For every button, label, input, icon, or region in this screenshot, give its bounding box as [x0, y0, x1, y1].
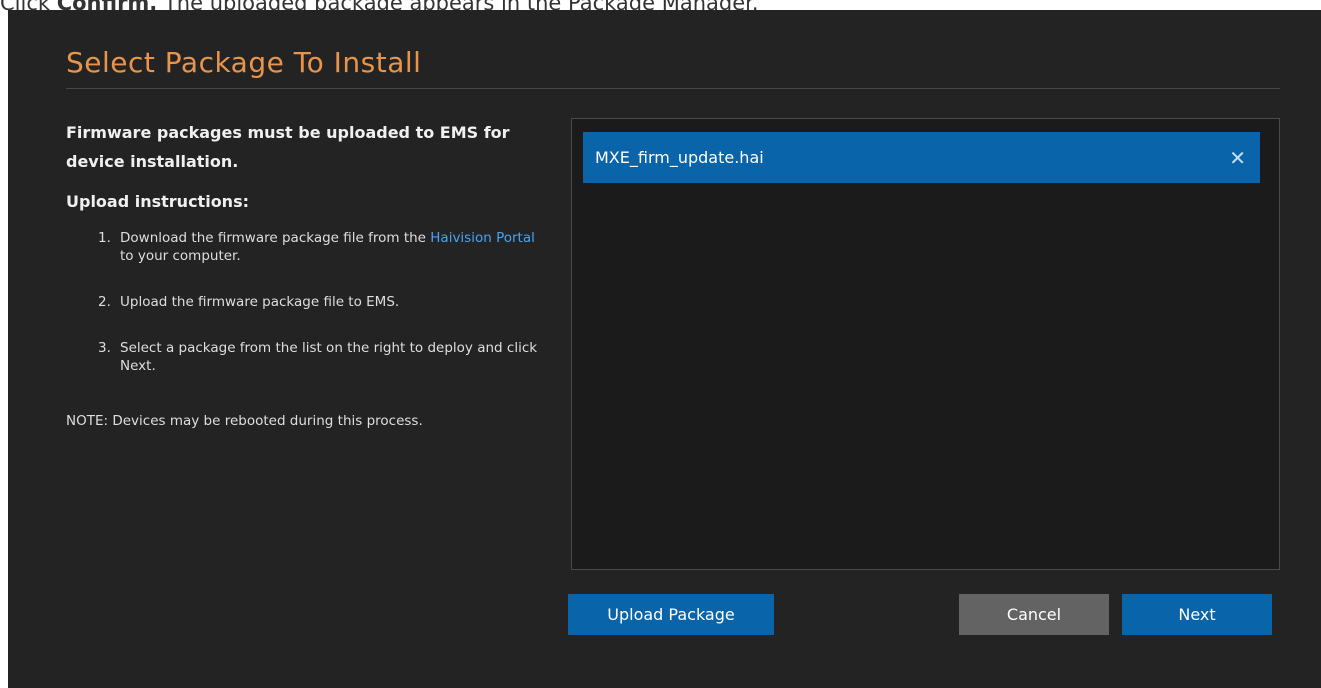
title-divider	[66, 88, 1280, 89]
package-list[interactable]: MXE_firm_update.hai ✕	[571, 118, 1280, 570]
upload-instructions-heading: Upload instructions:	[66, 192, 249, 211]
instruction-step-2: 2. Upload the firmware package file to E…	[98, 293, 546, 311]
instruction-steps: 1. Download the firmware package file fr…	[66, 229, 546, 375]
step-number: 2.	[98, 294, 111, 310]
dialog-title: Select Package To Install	[66, 46, 422, 79]
step-number: 3.	[98, 340, 111, 356]
reboot-note: NOTE: Devices may be rebooted during thi…	[66, 413, 423, 429]
instruction-step-3: 3. Select a package from the list on the…	[98, 339, 546, 375]
instruction-step-1: 1. Download the firmware package file fr…	[98, 229, 546, 265]
cancel-button[interactable]: Cancel	[959, 594, 1109, 635]
step-text: Select a package from the list on the ri…	[120, 340, 538, 374]
step-text: Download the firmware package file from …	[120, 230, 431, 246]
step-number: 1.	[98, 230, 111, 246]
intro-text: Firmware packages must be uploaded to EM…	[66, 123, 510, 171]
upload-package-button[interactable]: Upload Package	[568, 594, 774, 635]
next-button[interactable]: Next	[1122, 594, 1272, 635]
instructions-panel: Firmware packages must be uploaded to EM…	[66, 118, 546, 429]
haivision-portal-link[interactable]: Haivision Portal	[430, 230, 535, 246]
step-text: Upload the firmware package file to EMS.	[120, 294, 400, 310]
close-icon[interactable]: ✕	[1229, 148, 1246, 168]
step-text: to your computer.	[120, 248, 241, 264]
package-name: MXE_firm_update.hai	[595, 148, 764, 167]
select-package-dialog: Select Package To Install Firmware packa…	[8, 10, 1321, 688]
package-list-item[interactable]: MXE_firm_update.hai ✕	[583, 132, 1260, 183]
